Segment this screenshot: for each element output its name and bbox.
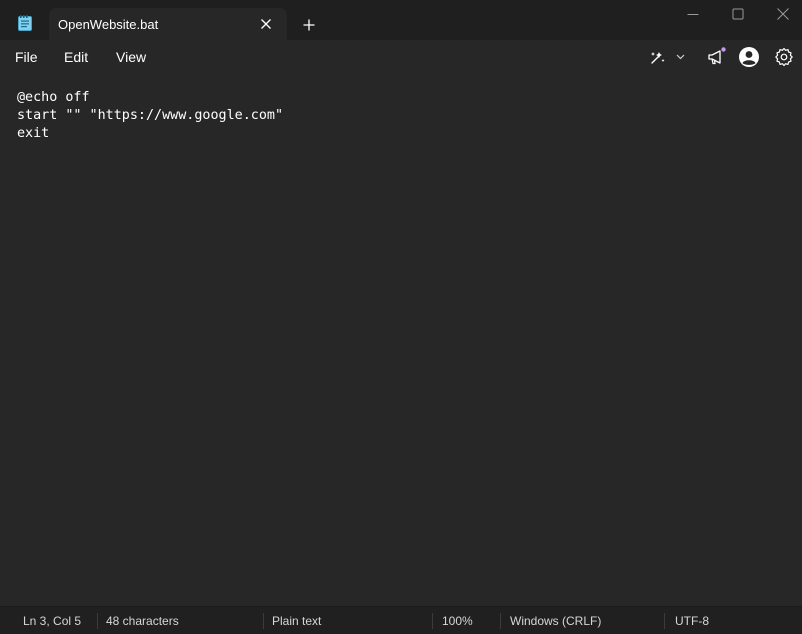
- close-icon: [777, 8, 789, 20]
- text-editor[interactable]: @echo off start "" "https://www.google.c…: [0, 72, 802, 604]
- file-format: Plain text: [272, 614, 322, 628]
- settings-button[interactable]: [773, 46, 795, 68]
- menu-edit[interactable]: Edit: [64, 49, 88, 65]
- character-count: 48 characters: [106, 614, 179, 628]
- menu-view[interactable]: View: [116, 49, 146, 65]
- account-icon: [739, 47, 759, 67]
- status-divider: [263, 613, 264, 629]
- maximize-button[interactable]: [715, 4, 761, 24]
- tab-openwebsite[interactable]: OpenWebsite.bat: [49, 8, 287, 40]
- line-endings[interactable]: Windows (CRLF): [510, 614, 601, 628]
- zoom-level[interactable]: 100%: [442, 614, 473, 628]
- copilot-icon: [651, 52, 665, 64]
- editor-line: exit: [17, 126, 50, 141]
- editor-line: @echo off: [17, 90, 90, 105]
- encoding[interactable]: UTF-8: [675, 614, 709, 628]
- status-divider: [432, 613, 433, 629]
- minimize-button[interactable]: [670, 4, 716, 24]
- notepad-icon: [18, 15, 32, 31]
- plus-icon[interactable]: [300, 16, 318, 34]
- status-divider: [500, 613, 501, 629]
- status-divider: [97, 613, 98, 629]
- close-icon[interactable]: [258, 16, 274, 32]
- title-bar: OpenWebsite.bat: [0, 0, 802, 40]
- menu-file[interactable]: File: [15, 49, 38, 65]
- copilot-button[interactable]: [648, 46, 690, 68]
- announcement-icon: [708, 47, 726, 65]
- account-button[interactable]: [738, 46, 760, 68]
- cursor-position[interactable]: Ln 3, Col 5: [23, 614, 81, 628]
- menu-bar: File Edit View: [0, 40, 802, 72]
- maximize-icon: [732, 8, 744, 20]
- status-divider: [664, 613, 665, 629]
- chevron-down-icon: [676, 54, 685, 60]
- close-window-button[interactable]: [760, 4, 802, 24]
- editor-line: start "" "https://www.google.com": [17, 108, 284, 123]
- tab-title: OpenWebsite.bat: [58, 17, 159, 32]
- settings-icon: [775, 47, 793, 67]
- status-bar: Ln 3, Col 5 48 characters Plain text 100…: [0, 606, 802, 634]
- minimize-icon: [687, 14, 699, 15]
- announcement-button[interactable]: [705, 46, 727, 68]
